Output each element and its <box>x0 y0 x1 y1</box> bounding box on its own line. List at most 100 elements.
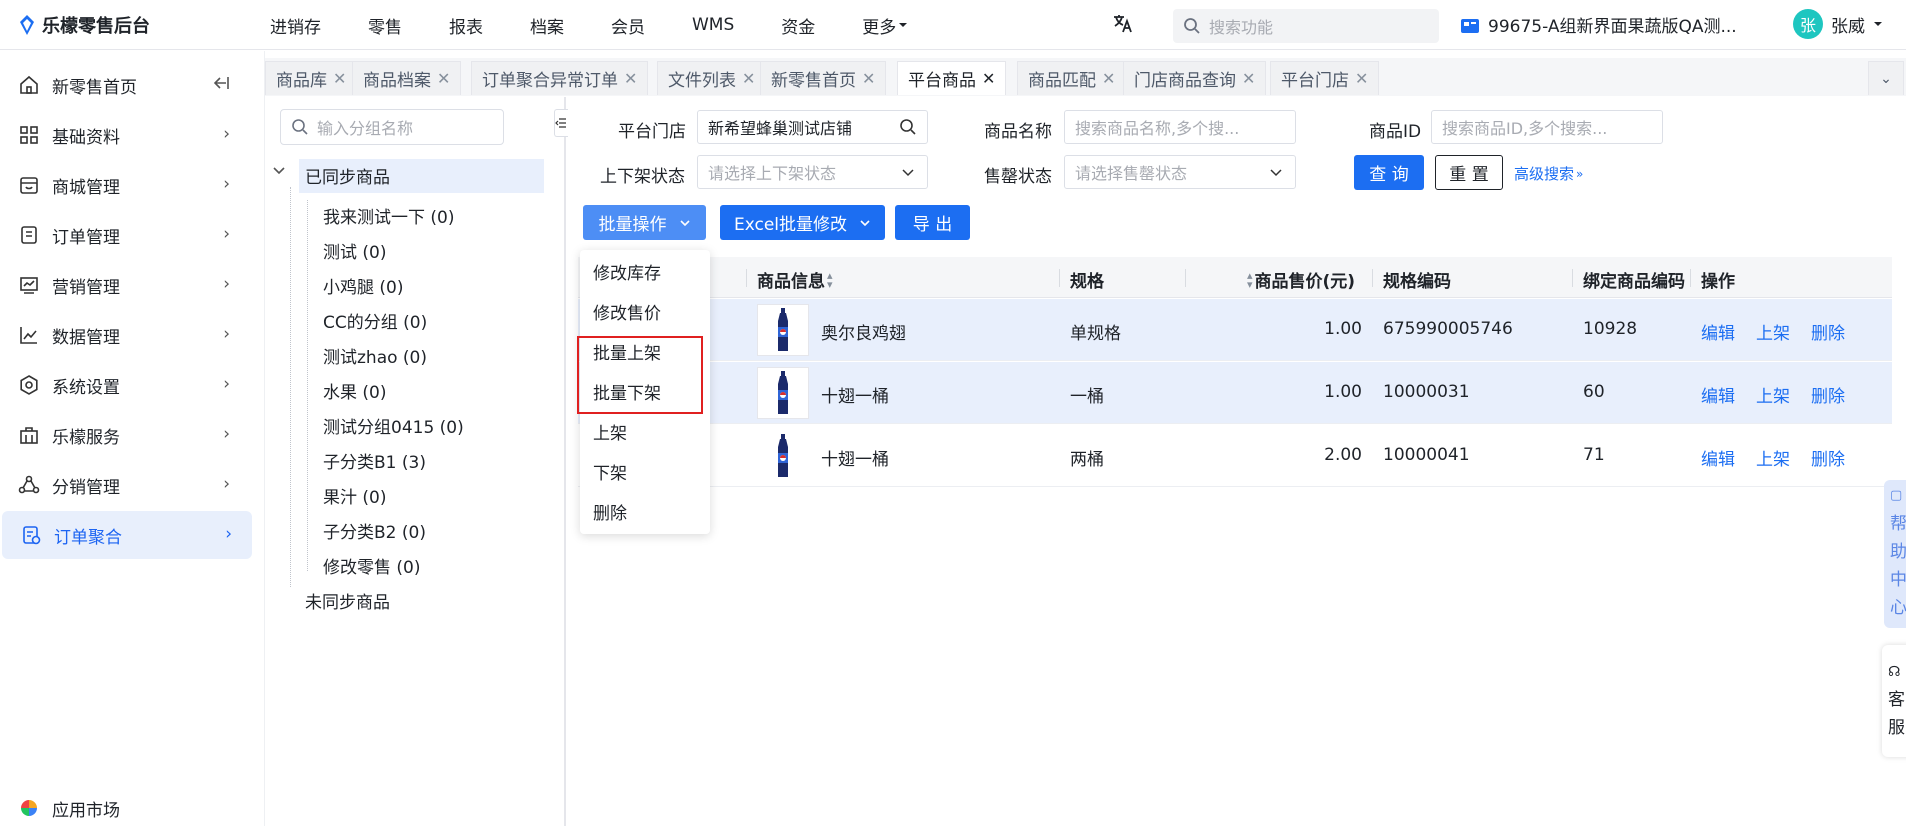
column-header-product-info[interactable]: 商品信息 ▴ ▾ <box>757 267 833 293</box>
nav-item-reports[interactable]: 报表 <box>449 13 483 38</box>
close-icon[interactable]: ✕ <box>333 69 346 88</box>
store-switcher[interactable]: 99675-A组新界面果蔬版QA测... <box>1460 12 1737 37</box>
sidebar-item-orders[interactable]: 订单管理 › <box>0 211 250 259</box>
close-icon[interactable]: ✕ <box>437 69 450 88</box>
tab-label: 门店商品查询 <box>1134 71 1236 91</box>
help-center-float[interactable]: ▢ 帮助中心 <box>1884 480 1906 628</box>
sidebar-item-mall[interactable]: 商城管理 › <box>0 161 250 209</box>
nav-item-archive[interactable]: 档案 <box>530 13 564 38</box>
sidebar-item-lemeng-service[interactable]: 乐檬服务 › <box>0 411 250 459</box>
tree-node-child[interactable]: 修改零售 (0) <box>323 553 420 578</box>
delete-link[interactable]: 删除 <box>1811 445 1845 470</box>
menu-item-unshelve[interactable]: 下架 <box>593 459 627 484</box>
sort-icon[interactable]: ▴ ▾ <box>827 270 833 290</box>
close-icon[interactable]: ✕ <box>624 69 637 88</box>
tab-product-library[interactable]: 商品库 ✕ <box>265 61 358 95</box>
collapse-panel-icon[interactable] <box>554 109 568 137</box>
advanced-search-link[interactable]: 高级搜索 » <box>1514 163 1583 184</box>
shelve-link[interactable]: 上架 <box>1756 445 1790 470</box>
platform-store-select[interactable]: 新希望蜂巢测试店铺 <box>697 110 928 144</box>
table-row[interactable]: 奥尔良鸡翅 单规格 1.00 675990005746 10928 编辑 上架 … <box>578 299 1892 361</box>
tab-product-matching[interactable]: 商品匹配 ✕ <box>1017 61 1127 95</box>
nav-item-funds[interactable]: 资金 <box>781 13 815 38</box>
reset-button[interactable]: 重 置 <box>1435 155 1503 190</box>
menu-item-delete[interactable]: 删除 <box>593 499 627 524</box>
nav-more-label: 更多 <box>862 17 897 38</box>
menu-item-edit-stock[interactable]: 修改库存 <box>593 259 661 284</box>
sidebar-item-settings[interactable]: 系统设置 › <box>0 361 250 409</box>
translate-icon[interactable] <box>1112 12 1134 39</box>
column-header-price[interactable]: ▴ ▾ 商品售价(元) <box>1247 267 1355 293</box>
tree-node-synced[interactable]: 已同步商品 <box>299 159 544 193</box>
query-button[interactable]: 查 询 <box>1354 155 1424 190</box>
product-id-placeholder: 搜索商品ID,多个搜索... <box>1442 119 1608 138</box>
nav-item-member[interactable]: 会员 <box>611 13 645 38</box>
customer-service-float[interactable]: ☊ 客服 <box>1882 645 1906 757</box>
edit-link[interactable]: 编辑 <box>1701 382 1735 407</box>
tree-node-child[interactable]: 测试 (0) <box>323 238 386 263</box>
nav-more-menu[interactable]: 更多 <box>862 13 908 38</box>
menu-item-shelve[interactable]: 上架 <box>593 419 627 444</box>
tab-label: 订单聚合异常订单 <box>482 71 618 91</box>
close-icon[interactable]: ✕ <box>1242 69 1255 88</box>
nav-item-wms[interactable]: WMS <box>692 15 734 35</box>
tree-node-child[interactable]: 水果 (0) <box>323 378 386 403</box>
edit-link[interactable]: 编辑 <box>1701 319 1735 344</box>
table-header: 商品信息 ▴ ▾ 规格 ▴ ▾ 商品售价(元) 规格编码 绑定商品编码 操作 <box>578 257 1892 298</box>
close-icon[interactable]: ✕ <box>982 69 995 88</box>
close-icon[interactable]: ✕ <box>1355 69 1368 88</box>
user-menu[interactable]: 张 张威 <box>1793 9 1883 39</box>
tab-file-list[interactable]: 文件列表 ✕ <box>657 61 767 95</box>
tree-node-child[interactable]: 测试zhao (0) <box>323 343 427 368</box>
close-icon[interactable]: ✕ <box>742 69 755 88</box>
sidebar-item-distribution[interactable]: 分销管理 › <box>0 461 250 509</box>
nav-item-inventory[interactable]: 进销存 <box>270 13 321 38</box>
app-logo[interactable]: 乐檬零售后台 <box>18 12 150 38</box>
sidebar-item-home[interactable]: 新零售首页 <box>0 61 250 109</box>
excel-batch-edit-button[interactable]: Excel批量修改 <box>720 205 885 240</box>
close-icon[interactable]: ✕ <box>1102 69 1115 88</box>
shelf-status-select[interactable]: 请选择上下架状态 <box>697 155 928 189</box>
batch-operation-button[interactable]: 批量操作 <box>583 205 706 240</box>
nav-item-retail[interactable]: 零售 <box>368 13 402 38</box>
tree-node-child[interactable]: CC的分组 (0) <box>323 308 427 333</box>
delete-link[interactable]: 删除 <box>1811 382 1845 407</box>
export-button[interactable]: 导 出 <box>895 205 970 240</box>
tree-node-child[interactable]: 小鸡腿 (0) <box>323 273 403 298</box>
sidebar-item-data[interactable]: 数据管理 › <box>0 311 250 359</box>
sidebar-item-marketing[interactable]: 营销管理 › <box>0 261 250 309</box>
tree-node-unsynced[interactable]: 未同步商品 <box>305 588 390 613</box>
product-id-input[interactable]: 搜索商品ID,多个搜索... <box>1431 110 1663 144</box>
delete-link[interactable]: 删除 <box>1811 319 1845 344</box>
chevron-down-icon[interactable] <box>271 163 287 179</box>
tab-new-retail-home[interactable]: 新零售首页 ✕ <box>760 61 887 95</box>
edit-link[interactable]: 编辑 <box>1701 445 1735 470</box>
tree-node-child[interactable]: 果汁 (0) <box>323 483 386 508</box>
sidebar-item-basic-data[interactable]: 基础资料 › <box>0 111 250 159</box>
spec: 一桶 <box>1070 387 1104 407</box>
tab-platform-products[interactable]: 平台商品 ✕ <box>897 61 1007 95</box>
collapse-sidebar-icon[interactable] <box>212 74 230 97</box>
tree-node-child[interactable]: 子分类B2 (0) <box>323 518 426 543</box>
tree-node-child[interactable]: 我来测试一下 (0) <box>323 203 454 228</box>
soldout-status-select[interactable]: 请选择售罄状态 <box>1064 155 1296 189</box>
table-row[interactable]: 十翅一桶 两桶 2.00 10000041 71 编辑 上架 删除 <box>578 425 1892 487</box>
tab-store-product-query[interactable]: 门店商品查询 ✕ <box>1123 61 1267 95</box>
tab-platform-stores[interactable]: 平台门店 ✕ <box>1270 61 1380 95</box>
sidebar-item-app-market[interactable]: 应用市场 <box>0 791 250 825</box>
tree-node-child[interactable]: 测试分组0415 (0) <box>323 413 464 438</box>
table-row[interactable]: 十翅一桶 一桶 1.00 10000031 60 编辑 上架 删除 <box>578 362 1892 424</box>
tab-product-archive[interactable]: 商品档案 ✕ <box>352 61 462 95</box>
product-name-input[interactable]: 搜索商品名称,多个搜... <box>1064 110 1296 144</box>
sidebar-item-order-aggregate[interactable]: 订单聚合 › <box>2 511 252 559</box>
shelve-link[interactable]: 上架 <box>1756 382 1790 407</box>
menu-item-edit-price[interactable]: 修改售价 <box>593 299 661 324</box>
shelve-link[interactable]: 上架 <box>1756 319 1790 344</box>
sort-icon[interactable]: ▴ ▾ <box>1247 270 1253 290</box>
group-search-input[interactable]: 输入分组名称 <box>280 109 504 145</box>
tab-order-aggregate-exception[interactable]: 订单聚合异常订单 ✕ <box>471 61 649 95</box>
function-search-input[interactable]: 搜索功能 <box>1173 9 1439 43</box>
tabs-more-button[interactable]: ⌄ <box>1868 61 1904 95</box>
tree-node-child[interactable]: 子分类B1 (3) <box>323 448 426 473</box>
close-icon[interactable]: ✕ <box>862 69 875 88</box>
